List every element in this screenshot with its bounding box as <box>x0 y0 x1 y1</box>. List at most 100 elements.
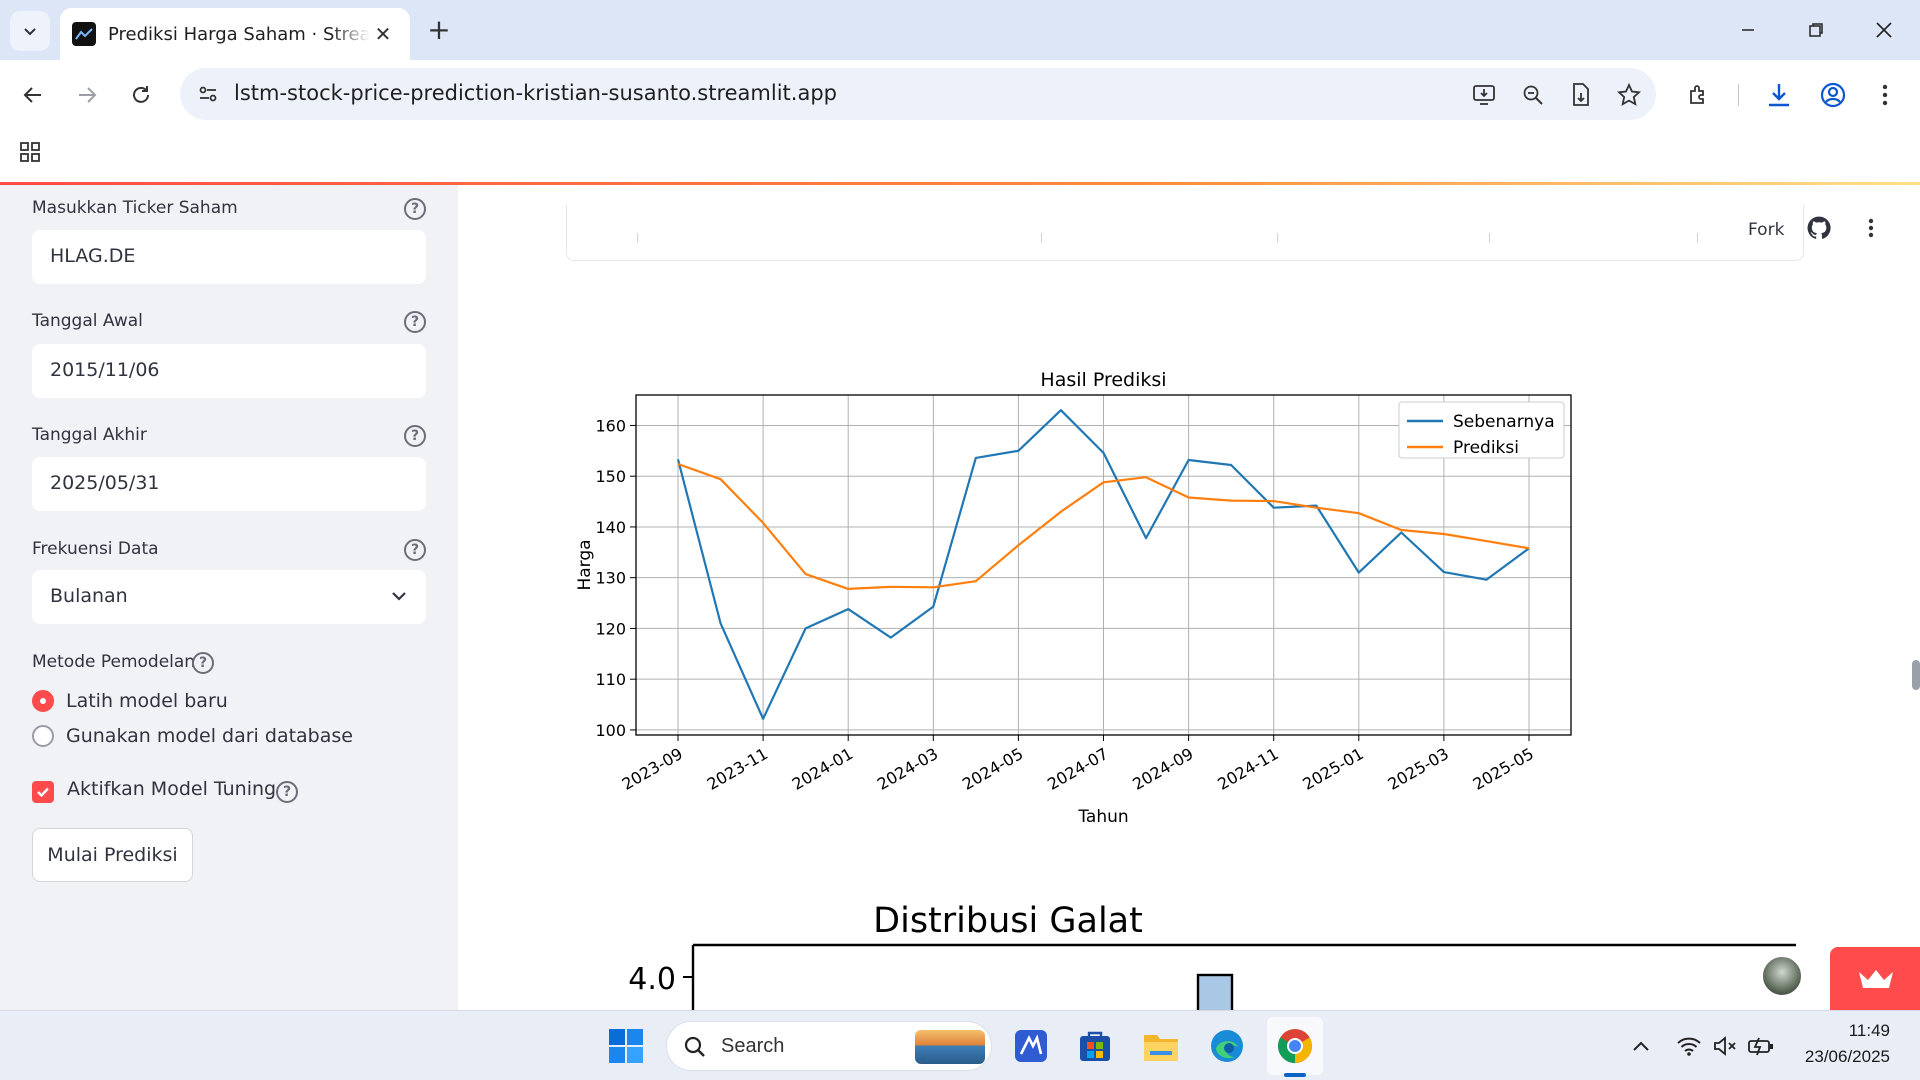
reload-icon[interactable] <box>120 74 162 116</box>
file-explorer-icon[interactable] <box>1140 1025 1182 1067</box>
main-menu-icon[interactable] <box>1858 215 1884 241</box>
y-tick-label: 100 <box>595 721 626 740</box>
method-option-label: Latih model baru <box>66 690 228 712</box>
start-date-label: Tanggal Awal <box>32 311 143 331</box>
windows-start-icon[interactable] <box>608 1028 644 1064</box>
x-tick-label: 2025-01 <box>1299 744 1366 794</box>
profile-avatar-icon[interactable] <box>1812 74 1854 116</box>
taskbar-clock-time[interactable]: 11:49 <box>1800 1021 1890 1041</box>
help-icon[interactable]: ? <box>276 781 298 803</box>
tray-overflow-chevron-icon[interactable] <box>1626 1031 1656 1061</box>
volume-muted-icon[interactable] <box>1710 1031 1740 1061</box>
chart-title: Distribusi Galat <box>873 901 1143 941</box>
x-tick-label: 2024-01 <box>789 744 856 794</box>
x-tick-label: 2024-05 <box>959 744 1026 794</box>
chart-title: Hasil Prediksi <box>1040 369 1166 391</box>
end-date-value: 2025/05/31 <box>50 472 160 494</box>
bookmarks-bar <box>0 130 1920 182</box>
y-axis-label: Harga <box>575 539 595 590</box>
frequency-select[interactable]: Bulanan <box>32 570 426 624</box>
restore-window-icon[interactable] <box>1796 12 1836 48</box>
x-tick-label: 2024-03 <box>874 744 941 794</box>
method-option-new-model[interactable]: Latih model baru <box>32 690 228 712</box>
battery-charging-icon[interactable] <box>1746 1031 1776 1061</box>
main-content: Fork Hasil Prediksi 100 110 120 130 140 150 160… <box>458 185 1920 1010</box>
search-highlight-image <box>915 1030 985 1064</box>
bookmark-star-icon[interactable] <box>1614 80 1644 110</box>
y-tick-label: 160 <box>595 416 626 435</box>
url-text[interactable]: lstm-stock-price-prediction-kristian-sus… <box>234 81 837 105</box>
method-option-database-model[interactable]: Gunakan model dari database <box>32 725 353 747</box>
ticker-input-value: HLAG.DE <box>50 245 136 267</box>
back-arrow-icon[interactable] <box>12 74 54 116</box>
install-app-icon[interactable] <box>1470 80 1500 110</box>
x-tick-label: 2025-05 <box>1470 744 1537 794</box>
legend-label: Sebenarnya <box>1453 412 1555 432</box>
frequency-label: Frekuensi Data <box>32 539 159 559</box>
scrollbar-thumb[interactable] <box>1912 660 1920 690</box>
y-tick-label: 150 <box>595 467 626 486</box>
x-tick-label: 2025-03 <box>1384 744 1451 794</box>
browser-tab-strip: Prediksi Harga Saham · Streamlit ✕ + <box>0 0 1920 60</box>
site-info-icon[interactable] <box>194 80 222 108</box>
y-tick-label: 120 <box>595 619 626 638</box>
apps-grid-icon[interactable] <box>16 138 44 166</box>
address-bar[interactable]: lstm-stock-price-prediction-kristian-sus… <box>180 68 1656 120</box>
wifi-icon[interactable] <box>1674 1031 1704 1061</box>
taskbar-app-icon[interactable] <box>1010 1025 1052 1067</box>
taskbar-running-indicator <box>1284 1073 1306 1077</box>
method-option-label: Gunakan model dari database <box>66 725 353 747</box>
search-icon <box>684 1036 705 1057</box>
close-tab-icon[interactable]: ✕ <box>370 21 396 47</box>
browser-menu-icon[interactable] <box>1864 74 1906 116</box>
tuning-checkbox[interactable] <box>32 781 54 803</box>
frequency-value: Bulanan <box>50 585 128 607</box>
minimize-window-icon[interactable] <box>1728 12 1768 48</box>
start-prediction-button[interactable]: Mulai Prediksi <box>32 828 193 882</box>
microsoft-store-icon[interactable] <box>1074 1025 1116 1067</box>
zoom-icon[interactable] <box>1518 80 1548 110</box>
crown-icon <box>1859 969 1893 988</box>
forward-arrow-icon[interactable] <box>66 74 108 116</box>
legend-label: Prediksi <box>1453 438 1519 458</box>
prediction-chart: Hasil Prediksi 100 110 120 130 140 150 160 2023-… <box>575 369 1572 827</box>
taskbar-search-box[interactable]: Search <box>666 1021 992 1071</box>
help-icon[interactable]: ? <box>404 311 426 333</box>
browser-tab-active[interactable]: Prediksi Harga Saham · Streamlit ✕ <box>60 8 410 60</box>
chevron-down-icon <box>24 28 36 36</box>
x-tick-label: 2024-11 <box>1214 744 1281 794</box>
help-icon[interactable]: ? <box>404 539 426 561</box>
start-date-value: 2015/11/06 <box>50 359 160 381</box>
x-axis-label: Tahun <box>1077 807 1128 827</box>
browser-toolbar: lstm-stock-price-prediction-kristian-sus… <box>0 60 1920 130</box>
y-tick-label: 4.0 <box>628 962 676 997</box>
end-date-input[interactable]: 2025/05/31 <box>32 457 426 511</box>
chrome-browser-icon[interactable] <box>1274 1025 1316 1067</box>
taskbar-search-label: Search <box>721 1035 785 1057</box>
sidebar: Masukkan Ticker Saham ? HLAG.DE Tanggal … <box>0 185 458 1010</box>
previous-output-frame <box>566 205 1804 261</box>
radio-unselected-icon[interactable] <box>32 725 54 747</box>
github-icon[interactable] <box>1806 215 1832 241</box>
save-page-icon[interactable] <box>1566 80 1596 110</box>
taskbar-clock-date[interactable]: 23/06/2025 <box>1780 1047 1890 1067</box>
downloads-icon[interactable] <box>1758 74 1800 116</box>
x-tick-label: 2023-11 <box>704 744 771 794</box>
x-tick-label: 2023-09 <box>619 744 686 794</box>
help-icon[interactable]: ? <box>404 425 426 447</box>
streamlit-badge[interactable] <box>1830 947 1920 1010</box>
edge-browser-icon[interactable] <box>1206 1025 1248 1067</box>
error-distribution-chart: Distribusi Galat 4.0 <box>628 901 1796 1010</box>
tab-search-button[interactable] <box>10 11 50 51</box>
new-tab-button[interactable]: + <box>424 13 454 46</box>
radio-selected-icon[interactable] <box>32 690 54 712</box>
extensions-puzzle-icon[interactable] <box>1678 74 1720 116</box>
ticker-input[interactable]: HLAG.DE <box>32 230 426 284</box>
end-date-label: Tanggal Akhir <box>32 425 147 445</box>
user-avatar[interactable] <box>1761 955 1803 997</box>
close-window-icon[interactable] <box>1864 12 1904 48</box>
help-icon[interactable]: ? <box>404 198 426 220</box>
start-date-input[interactable]: 2015/11/06 <box>32 344 426 398</box>
windows-taskbar: Search 11:49 23/06/2025 <box>0 1010 1920 1080</box>
help-icon[interactable]: ? <box>192 652 214 674</box>
